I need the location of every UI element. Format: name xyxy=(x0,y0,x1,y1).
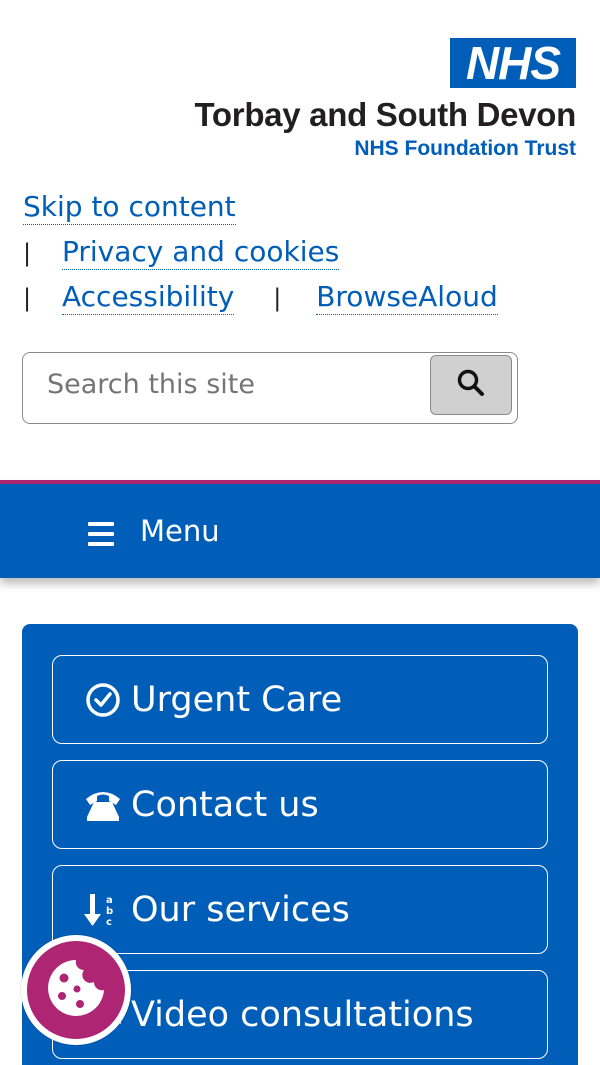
menu-button-label[interactable]: Menu xyxy=(140,514,220,548)
clock-check-icon xyxy=(83,681,123,719)
quick-link-label: Our services xyxy=(131,889,350,930)
nhs-logo[interactable]: NHS xyxy=(450,38,576,88)
quick-link-label: Video consultations xyxy=(131,994,474,1035)
svg-text:c: c xyxy=(106,917,112,928)
accessibility-link[interactable]: Accessibility xyxy=(62,280,235,315)
cookie-settings-button[interactable] xyxy=(21,935,131,1045)
browsealoud-link[interactable]: BrowseAloud xyxy=(316,280,498,315)
link-separator: | xyxy=(23,284,32,312)
nhs-logo-text: NHS xyxy=(465,37,561,89)
quick-link-label: Contact us xyxy=(131,784,319,825)
main-nav-bar: Menu xyxy=(0,480,600,578)
contact-us-button[interactable]: Contact us xyxy=(52,760,548,849)
trust-subtitle: NHS Foundation Trust xyxy=(354,137,576,160)
our-services-button[interactable]: a b c Our services xyxy=(52,865,548,954)
site-header: NHS Torbay and South Devon NHS Foundatio… xyxy=(0,0,600,480)
quick-link-label: Urgent Care xyxy=(131,679,343,720)
search-button[interactable] xyxy=(430,355,512,415)
search-input[interactable] xyxy=(47,369,427,400)
urgent-care-button[interactable]: Urgent Care xyxy=(52,655,548,744)
svg-text:b: b xyxy=(106,906,113,917)
link-separator: | xyxy=(273,284,282,312)
search-icon xyxy=(456,368,486,402)
privacy-cookies-link[interactable]: Privacy and cookies xyxy=(62,235,340,270)
phone-icon xyxy=(83,787,123,823)
trust-name: Torbay and South Devon xyxy=(194,96,577,133)
link-separator: | xyxy=(23,239,32,267)
search-form xyxy=(22,352,518,424)
svg-text:a: a xyxy=(106,895,113,906)
cookie-icon xyxy=(44,956,108,1024)
skip-to-content-link[interactable]: Skip to content xyxy=(23,190,236,225)
hamburger-icon[interactable] xyxy=(88,522,114,552)
sort-alpha-icon: a b c xyxy=(83,890,123,930)
